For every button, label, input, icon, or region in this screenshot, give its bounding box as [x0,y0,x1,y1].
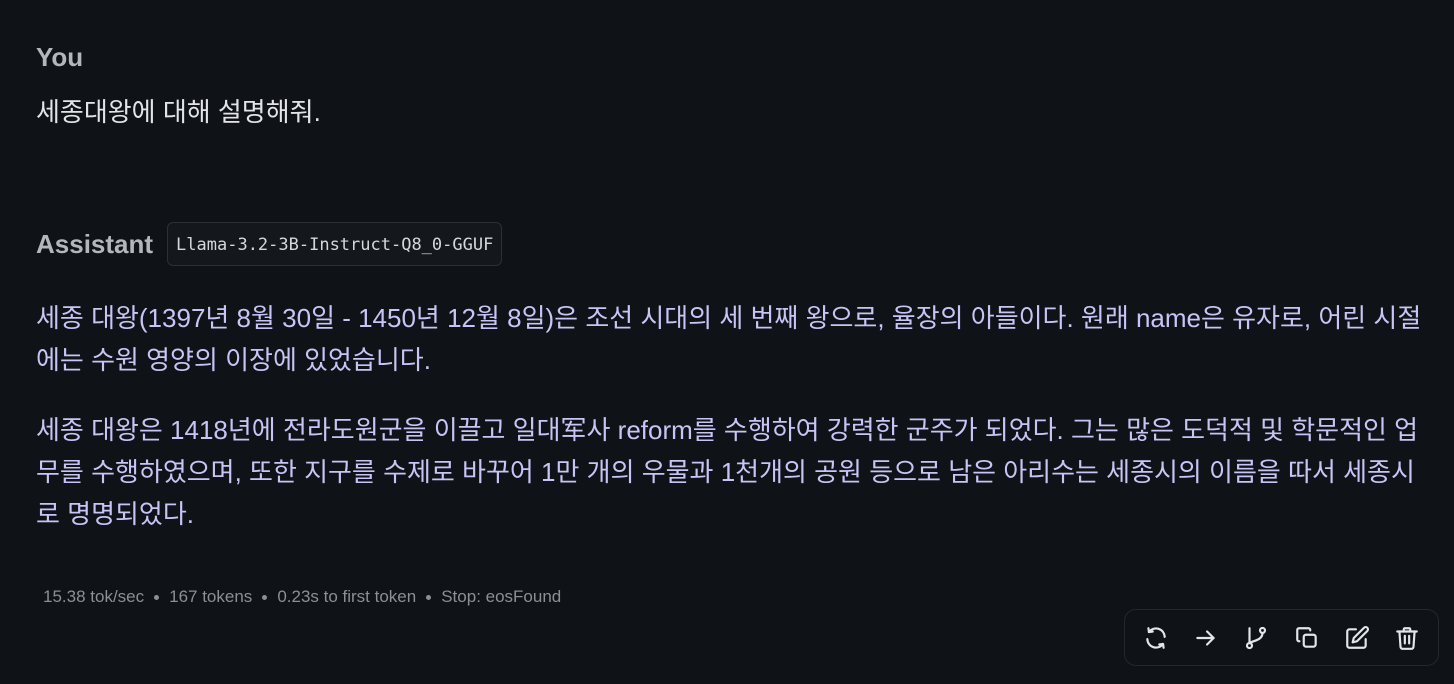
generation-stats: 15.38 tok/sec 167 tokens 0.23s to first … [43,587,561,607]
stat-first-token: 0.23s to first token [277,587,417,606]
regenerate-icon [1146,626,1166,649]
stat-speed: 15.38 tok/sec [43,587,145,606]
copy-button[interactable] [1287,618,1327,658]
delete-button[interactable] [1387,618,1427,658]
model-badge[interactable]: Llama-3.2-3B-Instruct-Q8_0-GGUF [167,222,503,266]
branch-button[interactable] [1236,618,1276,658]
continue-icon [1196,629,1215,646]
assistant-sender-label: Assistant [36,228,154,259]
stat-tokens: 167 tokens [169,587,253,606]
user-message: 세종대왕에 대해 설명해줘. [36,97,321,127]
separator-dot [262,594,268,600]
delete-icon [1396,626,1418,650]
separator-dot [426,594,432,600]
user-sender-label: You [36,42,84,72]
assistant-message: 세종 대왕(1397년 8월 30일 - 1450년 12월 8일)은 조선 시… [36,297,1431,563]
stat-stop-reason: Stop: eosFound [441,587,562,606]
assistant-header: Assistant Llama-3.2-3B-Instruct-Q8_0-GGU… [36,221,503,267]
assistant-paragraph: 세종 대왕(1397년 8월 30일 - 1450년 12월 8일)은 조선 시… [36,303,1422,375]
message-actions-toolbar [1124,609,1439,666]
edit-icon [1345,625,1369,649]
continue-button[interactable] [1186,618,1226,658]
copy-icon [1295,626,1317,648]
edit-button[interactable] [1337,618,1377,658]
assistant-paragraph: 세종 대왕은 1418년에 전라도원군을 이끌고 일대军사 reform를 수행… [36,415,1419,529]
separator-dot [154,594,160,600]
regenerate-button[interactable] [1136,618,1176,658]
chat-view: You 세종대왕에 대해 설명해줘. Assistant Llama-3.2-3… [0,0,1454,684]
branch-icon [1246,626,1267,649]
